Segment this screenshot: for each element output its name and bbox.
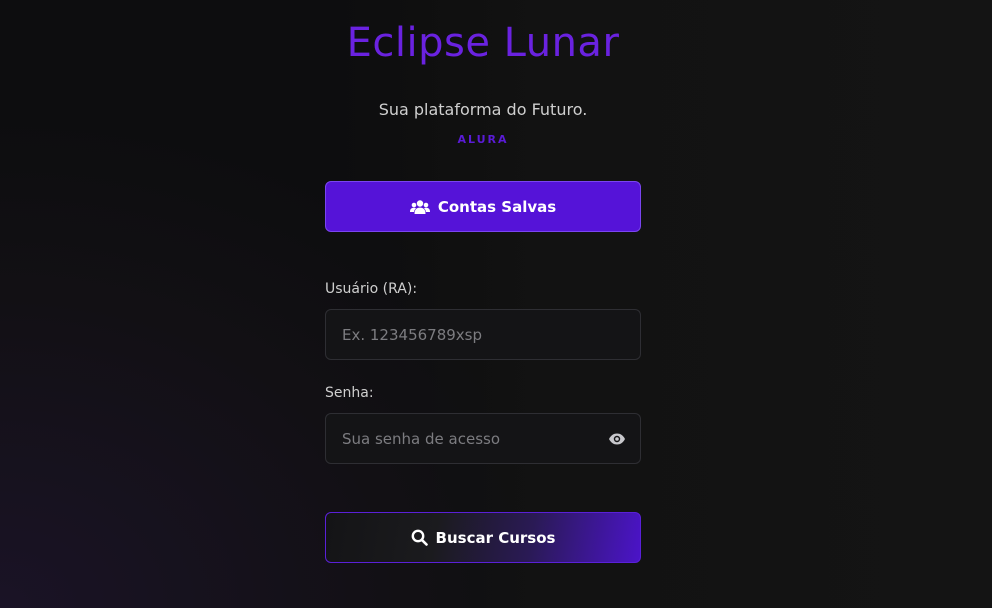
password-input[interactable] <box>326 414 640 463</box>
password-label: Senha: <box>325 385 374 401</box>
search-icon <box>411 529 428 546</box>
search-courses-label: Buscar Cursos <box>435 528 556 547</box>
password-field-box <box>325 413 641 464</box>
brand-label: ALURA <box>457 133 509 146</box>
app-subtitle: Sua plataforma do Futuro. <box>378 100 588 119</box>
search-courses-button[interactable]: Buscar Cursos <box>325 512 641 563</box>
user-input[interactable] <box>326 310 640 359</box>
saved-accounts-label: Contas Salvas <box>437 197 557 216</box>
users-icon <box>409 199 430 215</box>
eye-icon[interactable] <box>608 431 626 447</box>
saved-accounts-button[interactable]: Contas Salvas <box>325 181 641 232</box>
user-field-box <box>325 309 641 360</box>
app-title: Eclipse Lunar <box>346 20 620 66</box>
user-label: Usuário (RA): <box>325 281 418 297</box>
